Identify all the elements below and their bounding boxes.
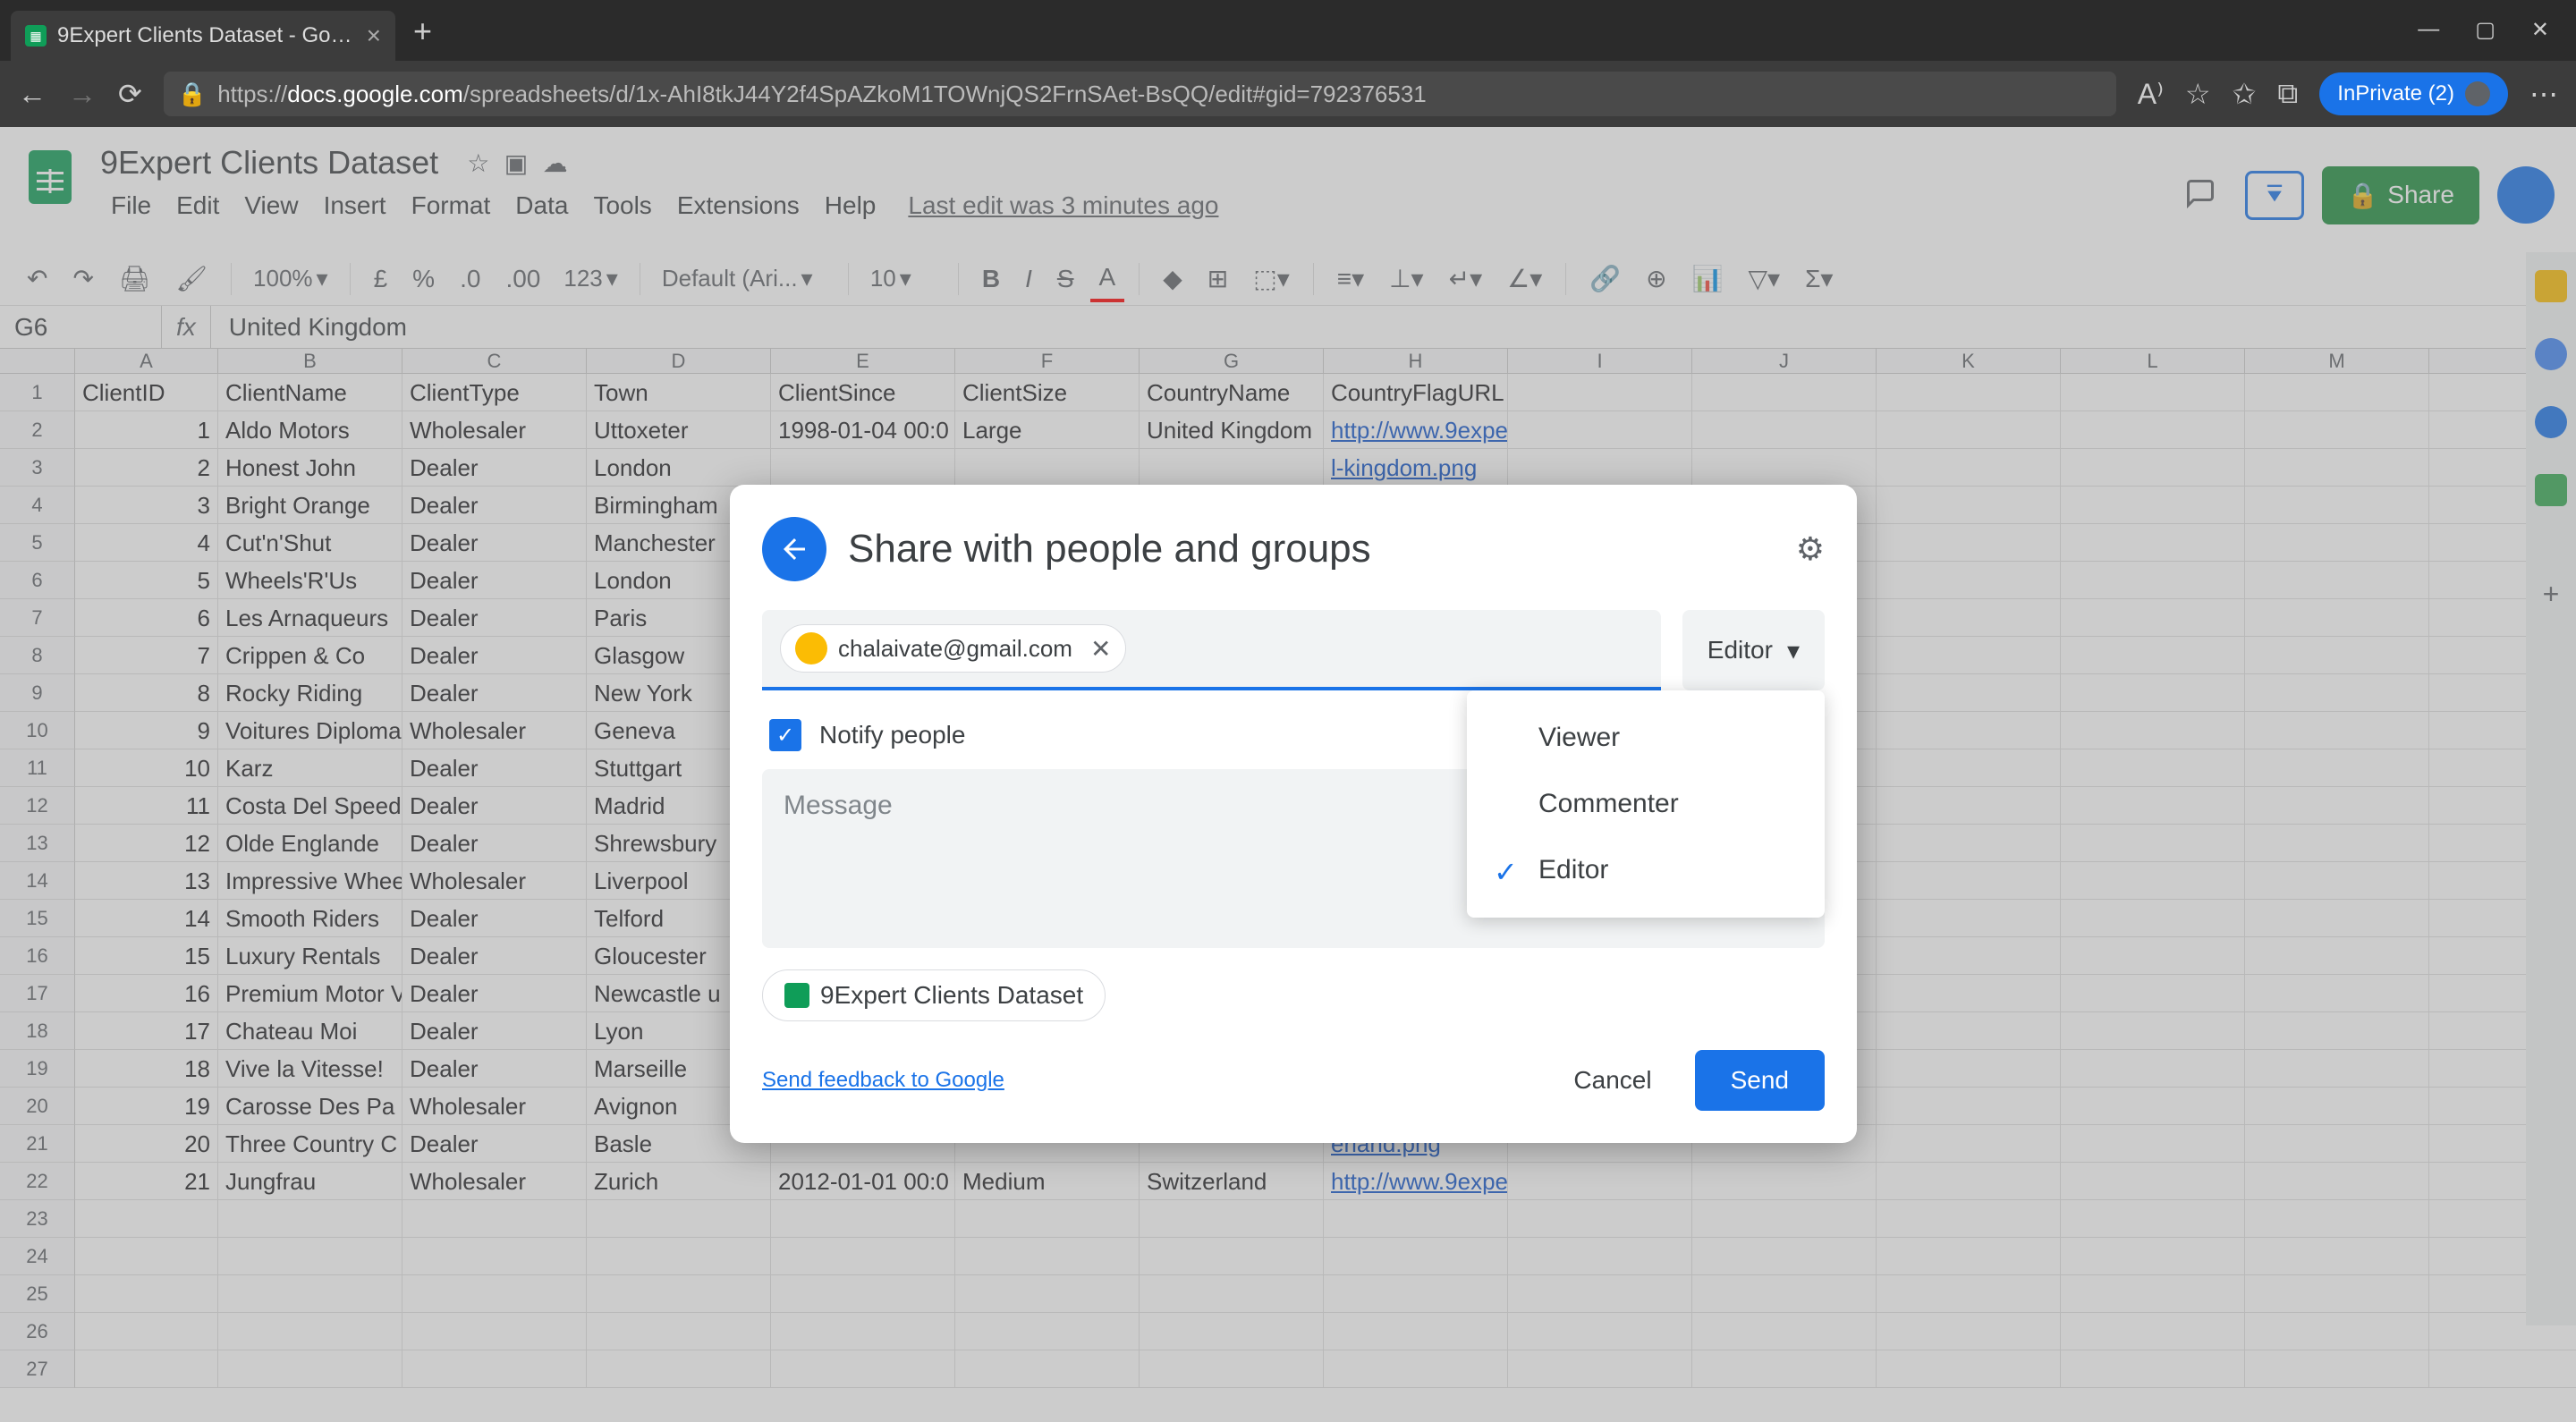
cancel-button[interactable]: Cancel — [1545, 1052, 1680, 1109]
gear-icon[interactable]: ⚙ — [1796, 530, 1825, 568]
forward-button[interactable]: → — [68, 78, 97, 111]
dialog-title: Share with people and groups — [848, 527, 1775, 571]
chip-avatar-icon — [795, 632, 827, 664]
lock-icon: 🔒 — [178, 80, 207, 108]
collections-icon[interactable]: ⧉ — [2277, 77, 2298, 111]
tab-title: 9Expert Clients Dataset - Google — [57, 23, 356, 48]
role-option-editor[interactable]: Editor — [1467, 837, 1825, 903]
close-tab-icon[interactable]: × — [367, 21, 381, 50]
browser-actions: A⁾ ☆ ✩ ⧉ InPrivate (2) ⋯ — [2138, 72, 2558, 115]
favorites-icon[interactable]: ✩ — [2233, 77, 2257, 111]
refresh-button[interactable]: ⟳ — [118, 77, 142, 111]
read-aloud-icon[interactable]: A⁾ — [2138, 77, 2164, 111]
close-window-icon[interactable]: ✕ — [2531, 17, 2549, 43]
role-option-viewer[interactable]: Viewer — [1467, 705, 1825, 771]
window-controls: — ▢ ✕ — [2418, 17, 2576, 43]
people-input[interactable]: chalaivate@gmail.com ✕ — [762, 610, 1661, 690]
profile-icon — [2465, 81, 2490, 106]
feedback-link[interactable]: Send feedback to Google — [762, 1068, 1004, 1093]
email-chip: chalaivate@gmail.com ✕ — [780, 624, 1126, 673]
back-button[interactable] — [762, 517, 826, 581]
remove-chip-icon[interactable]: ✕ — [1090, 634, 1111, 664]
browser-tab[interactable]: ▦ 9Expert Clients Dataset - Google × — [11, 11, 395, 61]
attached-file-chip: 9Expert Clients Dataset — [762, 969, 1106, 1021]
url-bar: ← → ⟳ 🔒 https://docs.google.com/spreadsh… — [0, 61, 2576, 127]
role-option-commenter[interactable]: Commenter — [1467, 771, 1825, 837]
new-tab-button[interactable]: + — [413, 13, 432, 50]
more-icon[interactable]: ⋯ — [2529, 77, 2558, 111]
role-dropdown[interactable]: Editor ▾ ViewerCommenterEditor — [1682, 610, 1825, 690]
minimize-icon[interactable]: — — [2418, 17, 2439, 43]
notify-label: Notify people — [819, 721, 965, 749]
inprivate-badge[interactable]: InPrivate (2) — [2319, 72, 2508, 115]
sheets-favicon-icon: ▦ — [25, 25, 47, 47]
maximize-icon[interactable]: ▢ — [2475, 17, 2496, 43]
sheets-icon — [784, 983, 809, 1008]
browser-titlebar: ▦ 9Expert Clients Dataset - Google × + —… — [0, 0, 2576, 61]
address-bar[interactable]: 🔒 https://docs.google.com/spreadsheets/d… — [164, 72, 2116, 116]
star-icon[interactable]: ☆ — [2185, 77, 2211, 111]
url-text: https://docs.google.com/spreadsheets/d/1… — [217, 80, 1427, 108]
role-dropdown-menu: ViewerCommenterEditor — [1467, 690, 1825, 918]
chevron-down-icon: ▾ — [1787, 636, 1800, 665]
back-button[interactable]: ← — [18, 78, 47, 111]
notify-checkbox[interactable]: ✓ — [769, 719, 801, 751]
share-dialog: Share with people and groups ⚙ chalaivat… — [730, 485, 1857, 1143]
send-button[interactable]: Send — [1695, 1050, 1825, 1111]
